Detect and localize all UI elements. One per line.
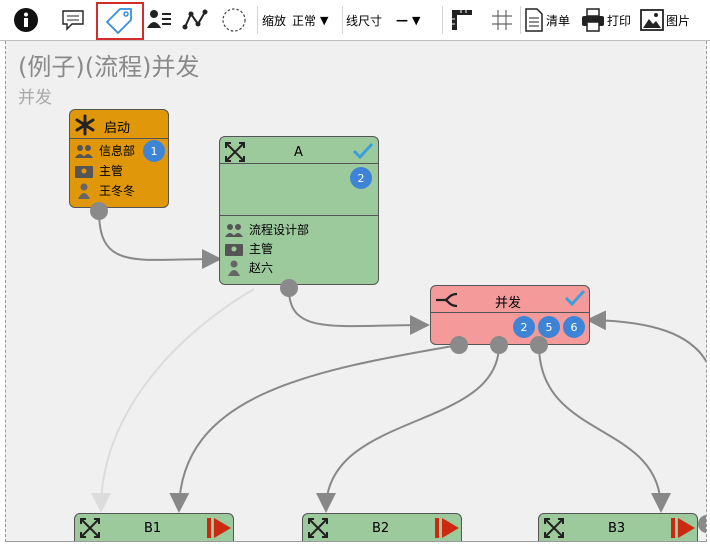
split-arrows-icon	[308, 518, 328, 538]
fork-icon	[436, 292, 458, 308]
start-dept-row: 信息部	[75, 142, 135, 159]
zoom-label: 缩放	[262, 13, 287, 28]
start-node[interactable]: 启动 信息部 主管 王冬冬 1	[69, 109, 169, 208]
badge-card-icon	[75, 165, 93, 178]
task-a-dept: 流程设计部	[249, 223, 310, 237]
start-person-row: 王冬冬	[75, 182, 135, 199]
concurrent-output-port-3[interactable]	[530, 336, 548, 354]
start-output-port[interactable]	[90, 202, 108, 220]
task-a-role-row: 主管	[225, 240, 273, 257]
start-count-badge: 1	[143, 140, 165, 162]
circle-button[interactable]	[218, 4, 250, 36]
zoom-control[interactable]: 缩放 正常 ▼	[262, 4, 342, 36]
grid-button[interactable]	[486, 4, 518, 36]
play-icon	[671, 518, 695, 538]
connector-concurrent-to-b3	[538, 344, 671, 513]
task-b2-title: B2	[372, 521, 390, 536]
concurrent-output-port-2[interactable]	[490, 336, 508, 354]
check-icon	[352, 142, 374, 160]
split-arrows-icon	[80, 518, 100, 538]
group-icon	[75, 144, 93, 158]
zoom-dropdown-icon: ▼	[320, 13, 329, 27]
asterisk-icon	[75, 114, 95, 136]
users-list-icon	[147, 10, 171, 28]
printer-icon	[582, 8, 604, 32]
task-node-b3[interactable]: B3	[538, 513, 698, 541]
task-a-title: A	[294, 145, 303, 160]
task-b3-title: B3	[608, 521, 626, 536]
image-label: 图片	[666, 13, 691, 28]
task-a-person-row: 赵六	[225, 259, 273, 276]
group-icon	[225, 223, 243, 237]
users-list-button[interactable]	[144, 4, 174, 36]
info-button[interactable]	[8, 4, 44, 36]
flow-canvas[interactable]: (例子)(流程)并发 并发 启动 信息部 主管 王冬冬 1 A 2 流程设计部 …	[5, 41, 707, 542]
document-icon	[525, 8, 543, 32]
check-icon	[564, 289, 586, 307]
concurrent-badge-2: 5	[538, 316, 560, 338]
split-arrows-icon	[544, 518, 564, 538]
start-node-title: 启动	[104, 121, 131, 136]
info-icon	[14, 8, 38, 32]
concurrent-badge-1: 2	[513, 316, 535, 338]
line-size-control[interactable]: 线尺寸 — ▼	[346, 4, 442, 36]
task-node-b2[interactable]: B2	[302, 513, 462, 541]
ruler-icon	[452, 10, 472, 30]
connector-a-to-concurrent	[288, 288, 430, 336]
concurrent-output-port-1[interactable]	[450, 336, 468, 354]
polyline-button[interactable]	[180, 4, 210, 36]
polyline-icon	[182, 9, 208, 30]
zoom-value: 正常	[292, 13, 317, 28]
concurrent-title: 并发	[495, 296, 522, 311]
start-person: 王冬冬	[99, 184, 136, 198]
connector-concurrent-to-b1	[169, 344, 460, 513]
comment-button[interactable]	[56, 4, 90, 36]
connector-return-to-concurrent	[586, 310, 706, 363]
concurrent-badge-3: 6	[563, 316, 585, 338]
connector-concurrent-to-b2	[316, 344, 500, 513]
tag-button[interactable]	[96, 2, 144, 40]
line-size-dropdown-icon: ▼	[412, 13, 421, 27]
task-a-output-port[interactable]	[280, 279, 298, 297]
print-button[interactable]: 打印	[580, 4, 636, 36]
start-role-row: 主管	[75, 162, 123, 179]
line-size-label: 线尺寸	[346, 13, 383, 28]
split-arrows-icon	[225, 142, 245, 162]
tag-icon	[106, 8, 132, 34]
grid-icon	[492, 10, 512, 30]
start-dept: 信息部	[99, 144, 136, 158]
ruler-button[interactable]	[446, 4, 478, 36]
person-icon	[78, 183, 90, 199]
badge-card-icon	[225, 243, 243, 256]
task-b1-title: B1	[144, 521, 162, 536]
task-node-a[interactable]: A 2 流程设计部 主管 赵六	[219, 136, 379, 285]
comment-icon	[62, 10, 84, 31]
image-button[interactable]: 图片	[640, 4, 700, 36]
task-a-dept-row: 流程设计部	[225, 221, 309, 238]
play-icon	[435, 518, 459, 538]
connector-start-to-a	[98, 210, 222, 270]
connector-a-to-b1-faded	[91, 288, 255, 513]
person-icon	[228, 260, 240, 276]
task-a-role: 主管	[249, 242, 274, 256]
toolbar: 缩放 正常 ▼ 线尺寸 — ▼ 清单 打印 图片	[0, 0, 710, 41]
list-label: 清单	[546, 13, 571, 28]
picture-icon	[640, 9, 664, 31]
task-a-person: 赵六	[249, 261, 274, 275]
task-node-b1[interactable]: B1	[74, 513, 234, 541]
task-a-count-badge: 2	[350, 167, 372, 189]
play-icon	[207, 518, 231, 538]
circle-icon	[222, 8, 246, 32]
list-button[interactable]: 清单	[524, 4, 576, 36]
line-size-value: —	[396, 13, 409, 27]
print-label: 打印	[607, 13, 632, 28]
start-role: 主管	[99, 164, 124, 178]
